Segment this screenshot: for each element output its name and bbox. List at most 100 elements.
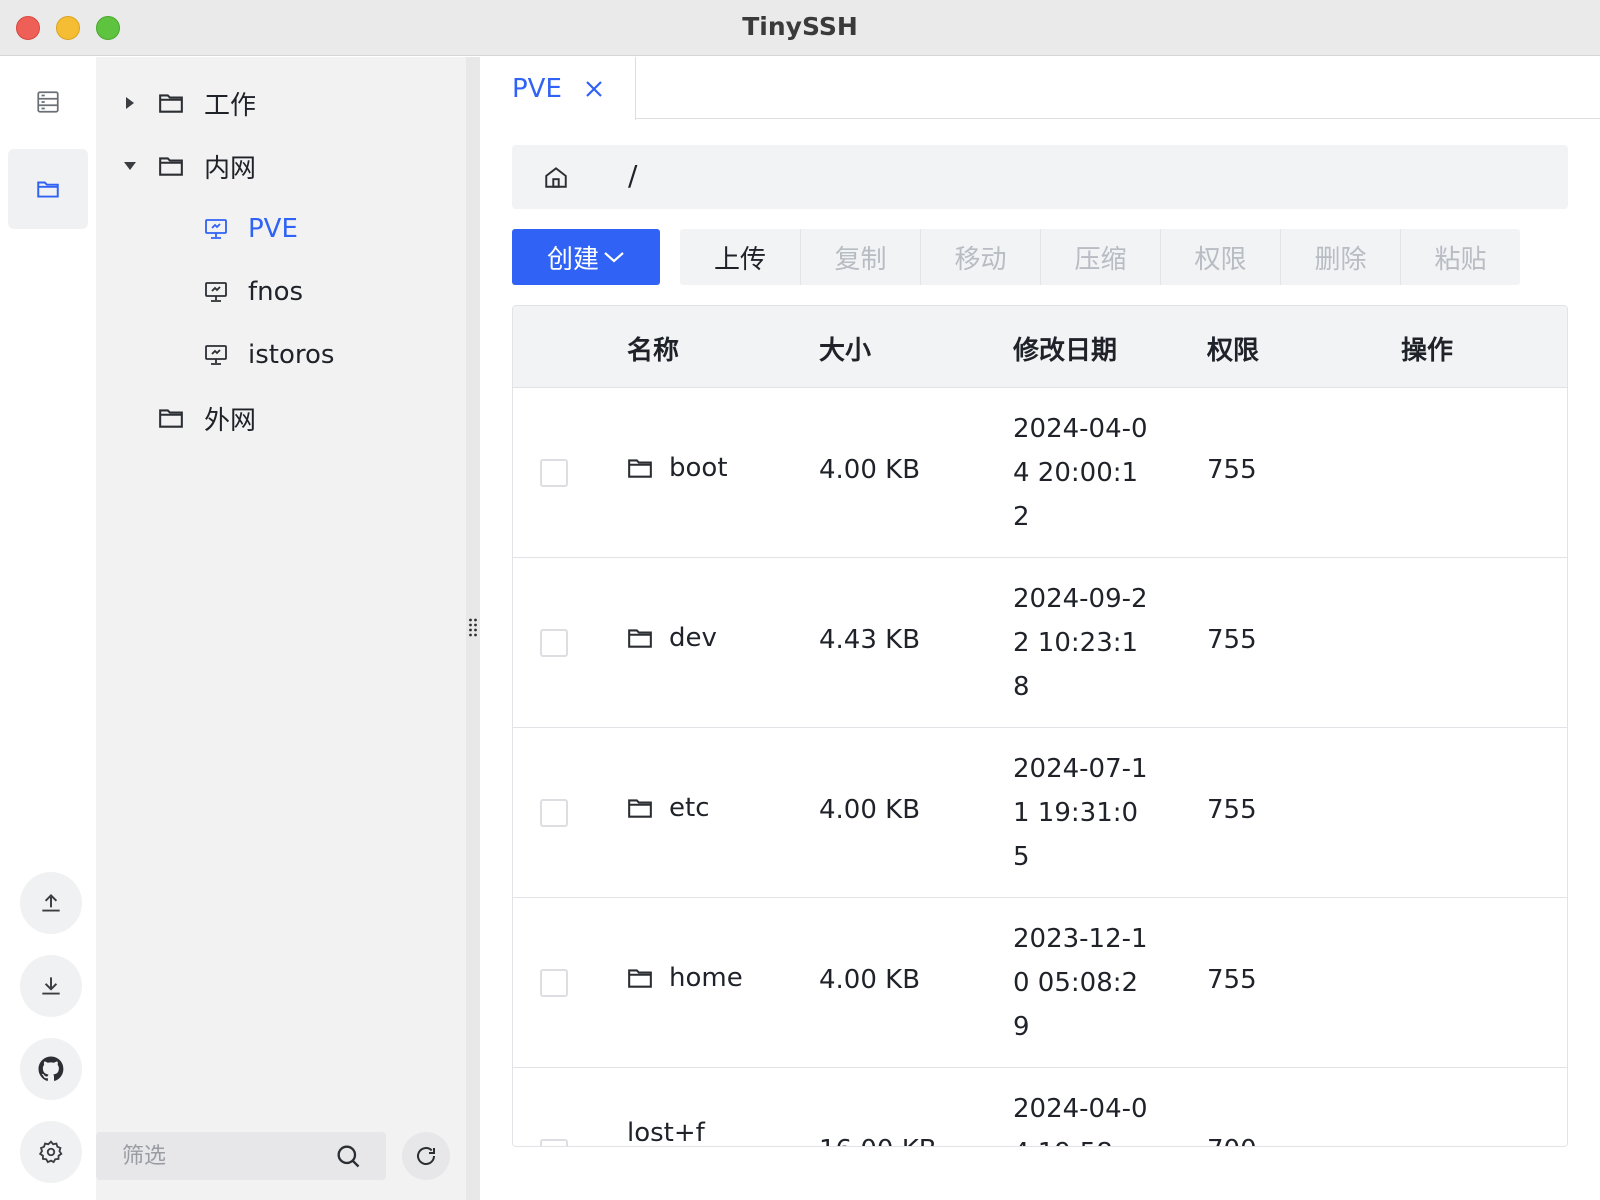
download-icon bbox=[42, 977, 60, 995]
create-button[interactable]: 创建 bbox=[512, 229, 660, 285]
table-row[interactable]: etc 4.00 KB 2024-07-11 19:31:05 755 bbox=[513, 728, 1567, 898]
row-checkbox[interactable] bbox=[540, 459, 568, 487]
refresh-button[interactable] bbox=[402, 1132, 450, 1180]
row-modified: 2023-12-10 05:08:29 bbox=[1013, 924, 1148, 1042]
rail-upload-button[interactable] bbox=[20, 872, 82, 934]
main-panel: PVE / 创建 上传 复制 移动 压缩 权限 删除 粘贴 名称 大小 修改日期… bbox=[480, 57, 1600, 1200]
tree-node-label: istoros bbox=[248, 340, 335, 370]
server-list-icon bbox=[37, 91, 59, 113]
drag-handle-icon[interactable] bbox=[468, 617, 478, 639]
row-permission: 755 bbox=[1207, 455, 1257, 485]
row-checkbox[interactable] bbox=[540, 1139, 568, 1146]
folder-icon bbox=[627, 967, 653, 989]
tree-node-label: 外网 bbox=[204, 405, 257, 436]
folder-icon bbox=[158, 407, 184, 429]
chevron-down-icon bbox=[603, 250, 625, 264]
row-name-cell: boot bbox=[627, 453, 728, 483]
refresh-icon bbox=[417, 1147, 435, 1165]
row-modified: 2024-09-22 10:23:18 bbox=[1013, 584, 1148, 702]
filter-input[interactable] bbox=[122, 1140, 322, 1172]
tab-bar: PVE bbox=[480, 57, 1600, 120]
column-header-size[interactable]: 大小 bbox=[819, 330, 871, 367]
row-name[interactable]: etc bbox=[669, 793, 710, 823]
copy-button[interactable]: 复制 bbox=[800, 229, 920, 285]
row-name[interactable]: boot bbox=[669, 453, 728, 483]
tree-node-intranet[interactable]: 内网 bbox=[120, 141, 256, 191]
row-name-cell: dev bbox=[627, 623, 717, 653]
caret-down-icon[interactable] bbox=[120, 156, 140, 176]
caret-right-icon[interactable] bbox=[120, 93, 140, 113]
create-button-label: 创建 bbox=[546, 244, 599, 275]
path-bar: / bbox=[512, 145, 1568, 209]
row-checkbox[interactable] bbox=[540, 969, 568, 997]
row-checkbox[interactable] bbox=[540, 629, 568, 657]
table-body: boot 4.00 KB 2024-04-04 20:00:12 755 dev… bbox=[513, 388, 1567, 1146]
column-header-permission[interactable]: 权限 bbox=[1207, 330, 1259, 367]
compress-button[interactable]: 压缩 bbox=[1040, 229, 1160, 285]
current-path[interactable]: / bbox=[628, 159, 637, 192]
tree-node-label: PVE bbox=[248, 214, 298, 244]
row-name-cell: lost+found bbox=[627, 1113, 707, 1146]
folder-icon bbox=[627, 797, 653, 819]
folder-icon bbox=[158, 155, 184, 177]
permission-button[interactable]: 权限 bbox=[1160, 229, 1280, 285]
home-icon[interactable] bbox=[540, 161, 572, 193]
rail-github-button[interactable] bbox=[20, 1038, 82, 1100]
host-monitor-icon bbox=[204, 343, 228, 367]
title-bar: TinySSH bbox=[0, 0, 1600, 56]
row-size: 4.00 KB bbox=[819, 795, 921, 825]
upload-button[interactable]: 上传 bbox=[680, 229, 800, 285]
tree-node-pve[interactable]: PVE bbox=[204, 204, 298, 254]
move-button[interactable]: 移动 bbox=[920, 229, 1040, 285]
window-title: TinySSH bbox=[742, 12, 858, 41]
row-name[interactable]: lost+found bbox=[627, 1113, 707, 1146]
row-size: 4.43 KB bbox=[819, 625, 921, 655]
filter-box bbox=[96, 1132, 386, 1180]
folder-icon bbox=[158, 92, 184, 114]
rail-settings-button[interactable] bbox=[20, 1121, 82, 1183]
row-modified: 2024-07-11 19:31:05 bbox=[1013, 754, 1148, 872]
file-table: 名称 大小 修改日期 权限 操作 boot 4.00 KB 2024-04-04… bbox=[512, 305, 1568, 1147]
row-permission: 700 bbox=[1207, 1135, 1257, 1146]
tree-node-label: fnos bbox=[248, 277, 304, 307]
column-header-actions: 操作 bbox=[1401, 336, 1454, 366]
delete-button[interactable]: 删除 bbox=[1280, 229, 1400, 285]
row-size: 16.00 KB bbox=[819, 1135, 937, 1146]
rail-files-button[interactable] bbox=[8, 149, 88, 229]
tree-node-label: 内网 bbox=[204, 153, 257, 184]
tab-pve[interactable]: PVE bbox=[480, 57, 636, 120]
tab-label: PVE bbox=[512, 73, 562, 104]
table-row[interactable]: home 4.00 KB 2023-12-10 05:08:29 755 bbox=[513, 898, 1567, 1068]
row-name-cell: home bbox=[627, 963, 743, 993]
row-name[interactable]: dev bbox=[669, 623, 717, 653]
settings-icon bbox=[38, 1140, 63, 1164]
table-row[interactable]: lost+found 16.00 KB 2024-04-04 19:58: 70… bbox=[513, 1068, 1567, 1146]
column-header-modified[interactable]: 修改日期 bbox=[1013, 330, 1117, 367]
table-row[interactable]: boot 4.00 KB 2024-04-04 20:00:12 755 bbox=[513, 388, 1567, 558]
search-icon[interactable] bbox=[334, 1142, 362, 1174]
upload-icon bbox=[42, 894, 60, 912]
github-icon bbox=[38, 1056, 64, 1081]
table-row[interactable]: dev 4.43 KB 2024-09-22 10:23:18 755 bbox=[513, 558, 1567, 728]
row-permission: 755 bbox=[1207, 625, 1257, 655]
tree-node-fnos[interactable]: fnos bbox=[204, 267, 303, 317]
row-name[interactable]: home bbox=[669, 963, 743, 993]
table-header: 名称 大小 修改日期 权限 操作 bbox=[513, 306, 1567, 388]
tree-node-istoros[interactable]: istoros bbox=[204, 330, 334, 380]
tree-node-work[interactable]: 工作 bbox=[120, 78, 256, 128]
file-action-group: 上传 复制 移动 压缩 权限 删除 粘贴 bbox=[680, 229, 1520, 285]
row-modified: 2024-04-04 19:58: bbox=[1013, 1094, 1148, 1146]
row-checkbox[interactable] bbox=[540, 799, 568, 827]
connection-tree: 工作 内网 PVE fnos istoros 外网 bbox=[96, 57, 466, 1200]
paste-button[interactable]: 粘贴 bbox=[1400, 229, 1520, 285]
rail-servers-button[interactable] bbox=[8, 62, 88, 142]
row-modified: 2024-04-04 20:00:12 bbox=[1013, 414, 1148, 532]
row-size: 4.00 KB bbox=[819, 455, 921, 485]
column-header-name[interactable]: 名称 bbox=[627, 330, 679, 367]
panel-splitter[interactable] bbox=[466, 57, 480, 1200]
row-name-cell: etc bbox=[627, 793, 710, 823]
close-icon[interactable] bbox=[584, 79, 604, 99]
tree-node-internet[interactable]: 外网 bbox=[158, 393, 256, 443]
rail-download-button[interactable] bbox=[20, 955, 82, 1017]
folder-icon bbox=[37, 181, 59, 198]
